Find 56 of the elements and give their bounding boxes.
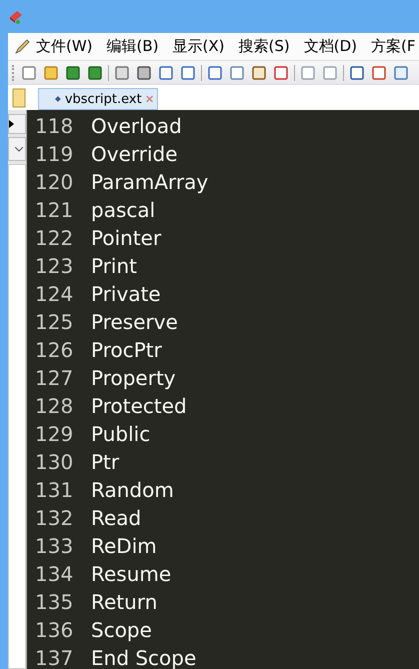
file-tab[interactable]: vbscript.ext [38,88,158,110]
menu-item[interactable]: 文档(D) [304,37,358,56]
chevron-icon [15,146,23,152]
line-number: 129 [35,422,74,446]
code-text: Random [91,478,174,502]
line-number: 119 [35,142,74,166]
code-text: Private [91,282,161,306]
line-number: 122 [35,226,74,250]
dropdown-button[interactable] [8,137,26,161]
code-text: Print [91,254,138,278]
arrow-icon [9,120,14,128]
line-number: 126 [35,338,74,362]
code-text: Protected [91,394,187,418]
line-number: 118 [35,114,74,138]
tab-label: vbscript.ext [64,92,142,106]
line-number: 120 [35,170,74,194]
code-text: Override [91,142,178,166]
menu-item[interactable]: 方案(F [371,37,416,56]
line-number: 121 [35,198,74,222]
code-text: Overload [91,114,182,138]
code-text: Property [91,366,176,390]
line-number: 132 [35,506,74,530]
code-text: Public [91,422,150,446]
line-number: 131 [35,478,74,502]
app-icon [8,8,24,24]
code-text: ProcPtr [91,338,162,362]
code-text: ReDim [91,534,157,558]
line-number: 136 [35,618,74,642]
code-text: Pointer [91,226,162,250]
line-number: 125 [35,310,74,334]
menu-item[interactable]: 显示(X) [172,37,225,56]
code-text: Return [91,590,158,614]
line-number: 127 [35,366,74,390]
menu-item[interactable]: 文件(W) [36,37,93,56]
line-number: 135 [35,590,74,614]
code-text: End Scope [91,646,196,669]
code-text: Read [91,506,142,530]
line-number: 124 [35,282,74,306]
line-number: 137 [35,646,74,669]
line-number: 134 [35,562,74,586]
code-text: Resume [91,562,172,586]
line-number: 133 [35,534,74,558]
line-number: 123 [35,254,74,278]
pencil-icon [14,38,30,54]
code-text: pascal [91,198,156,222]
line-number: 128 [35,394,74,418]
code-text: Ptr [91,450,120,474]
menu-item[interactable]: 搜索(S) [238,37,290,56]
line-number: 130 [35,450,74,474]
code-text: ParamArray [91,170,208,194]
close-icon[interactable] [146,94,153,104]
code-text: Preserve [91,310,178,334]
expand-button[interactable] [8,114,26,134]
code-text: Scope [91,618,152,642]
diamond-icon [55,95,61,103]
menu-item[interactable]: 编辑(B) [106,37,159,56]
